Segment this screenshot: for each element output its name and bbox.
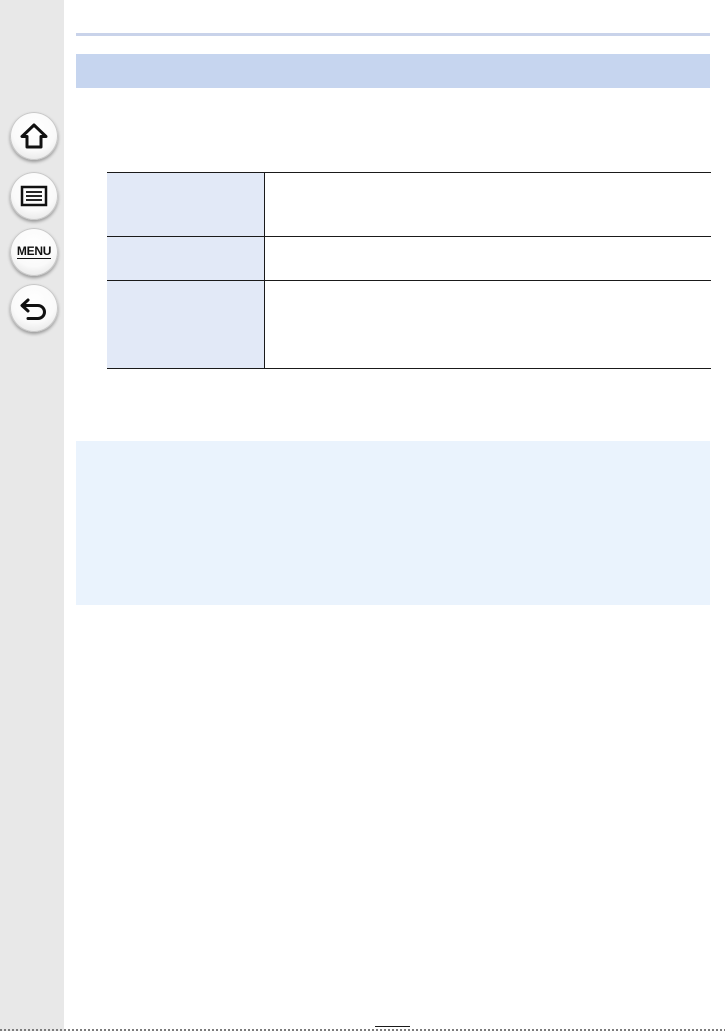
contents-button[interactable] bbox=[10, 172, 58, 220]
table-value-cell bbox=[264, 172, 711, 237]
table-key-cell bbox=[107, 172, 265, 237]
section-heading bbox=[76, 54, 710, 88]
back-arrow-icon bbox=[19, 295, 49, 321]
table-row bbox=[107, 236, 711, 281]
settings-table bbox=[107, 172, 711, 369]
back-button[interactable] bbox=[10, 284, 58, 332]
home-icon bbox=[19, 122, 49, 150]
header-rule bbox=[76, 33, 710, 36]
menu-icon: MENU bbox=[16, 244, 52, 259]
table-row bbox=[107, 172, 711, 237]
table-value-cell bbox=[264, 280, 711, 369]
table-value-cell bbox=[264, 236, 711, 281]
menu-button[interactable]: MENU bbox=[10, 228, 58, 276]
home-button[interactable] bbox=[10, 112, 58, 160]
table-key-cell bbox=[107, 236, 265, 281]
sidebar: MENU bbox=[0, 0, 64, 1031]
table-row bbox=[107, 280, 711, 369]
table-key-cell bbox=[107, 280, 265, 369]
note-box bbox=[76, 441, 710, 605]
page-number bbox=[375, 1026, 410, 1027]
list-icon bbox=[20, 185, 48, 207]
